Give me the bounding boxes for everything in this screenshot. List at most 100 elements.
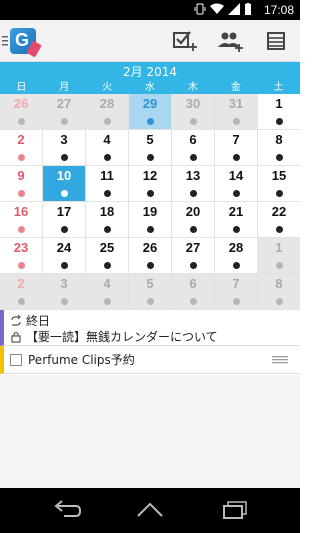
todo-checkbox[interactable] [10, 353, 22, 366]
weekday-label: 日 [16, 82, 27, 93]
day-number: 26 [142, 240, 158, 255]
event-dot [146, 118, 154, 125]
wifi-icon [210, 3, 224, 14]
calendar-day[interactable]: 17 [43, 202, 86, 237]
signal-icon [228, 3, 240, 15]
day-number: 27 [185, 240, 201, 255]
calendar-day[interactable]: 8 [258, 274, 300, 309]
event-dot [189, 154, 197, 161]
calendar-day[interactable]: 26 [0, 94, 43, 129]
calendar-day[interactable]: 1 [258, 94, 300, 129]
calendar-day[interactable]: 22 [258, 202, 300, 237]
event-dot [232, 190, 240, 197]
event-dot [232, 154, 240, 161]
calendar-week: 2 3 4 5 6 7 8 [0, 130, 300, 166]
calendar-day[interactable]: 16 [0, 202, 43, 237]
calendar-day[interactable]: 4 [86, 130, 129, 165]
day-number: 2 [17, 276, 25, 291]
action-bar: G [0, 20, 300, 62]
calendar-day[interactable]: 2 [0, 274, 43, 309]
calendar-day[interactable]: 6 [172, 130, 215, 165]
event-dot [146, 298, 154, 305]
calendar-day[interactable]: 24 [43, 238, 86, 273]
month-title[interactable]: 2月 2014 [0, 62, 300, 82]
event-dot [275, 298, 283, 305]
calendar-day[interactable]: 7 [215, 274, 258, 309]
empty-list-area [0, 375, 300, 488]
weekday-label: 金 [230, 82, 241, 93]
event-dot [146, 262, 154, 269]
calendar-day[interactable]: 27 [172, 238, 215, 273]
calendar-day[interactable]: 9 [0, 166, 43, 201]
calendar-week: 16 17 18 19 20 21 22 [0, 202, 300, 238]
event-dot [60, 298, 68, 305]
calendar-week: 26 27 28 29 30 31 1 [0, 94, 300, 130]
calendar-day[interactable]: 3 [43, 130, 86, 165]
calendar-day[interactable]: 26 [129, 238, 172, 273]
calendar-day[interactable]: 18 [86, 202, 129, 237]
calendar-day[interactable]: 19 [129, 202, 172, 237]
app-logo[interactable]: G [10, 28, 42, 58]
back-icon[interactable] [50, 498, 82, 522]
calendar-day[interactable]: 28 [86, 94, 129, 129]
calendar-day[interactable]: 14 [215, 166, 258, 201]
calendar-day[interactable]: 11 [86, 166, 129, 201]
calendar-day[interactable]: 21 [215, 202, 258, 237]
event-dot [60, 262, 68, 269]
drag-handle-icon[interactable] [272, 356, 288, 364]
event-title-row: 【要一読】無銭カレンダーについて [10, 328, 218, 345]
day-number: 25 [99, 240, 115, 255]
day-number: 6 [189, 276, 197, 291]
calendar-day[interactable]: 3 [43, 274, 86, 309]
day-number: 30 [185, 96, 201, 111]
calendar-day[interactable]: 28 [215, 238, 258, 273]
event-dot [103, 226, 111, 233]
event-dot [103, 262, 111, 269]
day-number: 22 [271, 204, 287, 219]
allday-row: 終日 [10, 312, 50, 329]
weekday-label: 水 [145, 82, 155, 93]
calendar-day[interactable]: 7 [215, 130, 258, 165]
event-title: 【要一読】無銭カレンダーについて [26, 330, 218, 344]
event-dot [60, 190, 68, 197]
calendar-day[interactable]: 8 [258, 130, 300, 165]
todo-title: Perfume Clips予約 [28, 353, 135, 367]
calendar-day[interactable]: 27 [43, 94, 86, 129]
day-number: 10 [56, 168, 72, 183]
calendar-day[interactable]: 2 [0, 130, 43, 165]
event-dot [103, 190, 111, 197]
event-dot [17, 262, 25, 269]
day-number: 23 [13, 240, 29, 255]
event-dot [103, 298, 111, 305]
add-contact-icon[interactable] [217, 29, 243, 53]
calendar-day[interactable]: 13 [172, 166, 215, 201]
todo-item[interactable]: Perfume Clips予約 [0, 346, 300, 374]
home-icon[interactable] [134, 498, 166, 522]
calendar-day[interactable]: 30 [172, 94, 215, 129]
drawer-menu-icon[interactable] [2, 35, 8, 47]
calendar-day[interactable]: 23 [0, 238, 43, 273]
list-icon[interactable] [264, 29, 290, 53]
day-number: 20 [185, 204, 201, 219]
calendar-day-selected[interactable]: 10 [43, 166, 86, 201]
event-dot [17, 226, 25, 233]
add-task-icon[interactable] [172, 29, 198, 53]
calendar-day[interactable]: 6 [172, 274, 215, 309]
calendar-day[interactable]: 4 [86, 274, 129, 309]
calendar-day[interactable]: 15 [258, 166, 300, 201]
calendar-day[interactable]: 5 [129, 130, 172, 165]
calendar-day-today[interactable]: 29 [129, 94, 172, 129]
calendar-day[interactable]: 20 [172, 202, 215, 237]
calendar-day[interactable]: 12 [129, 166, 172, 201]
recent-apps-icon[interactable] [218, 498, 250, 522]
allday-event-item[interactable]: 終日 【要一読】無銭カレンダーについて [0, 310, 300, 346]
calendar-day[interactable]: 1 [258, 238, 300, 273]
day-number: 3 [60, 132, 68, 147]
day-number: 4 [103, 132, 111, 147]
event-dot [189, 226, 197, 233]
day-number: 18 [99, 204, 115, 219]
calendar-day[interactable]: 31 [215, 94, 258, 129]
event-dot [17, 298, 25, 305]
calendar-day[interactable]: 5 [129, 274, 172, 309]
calendar-day[interactable]: 25 [86, 238, 129, 273]
